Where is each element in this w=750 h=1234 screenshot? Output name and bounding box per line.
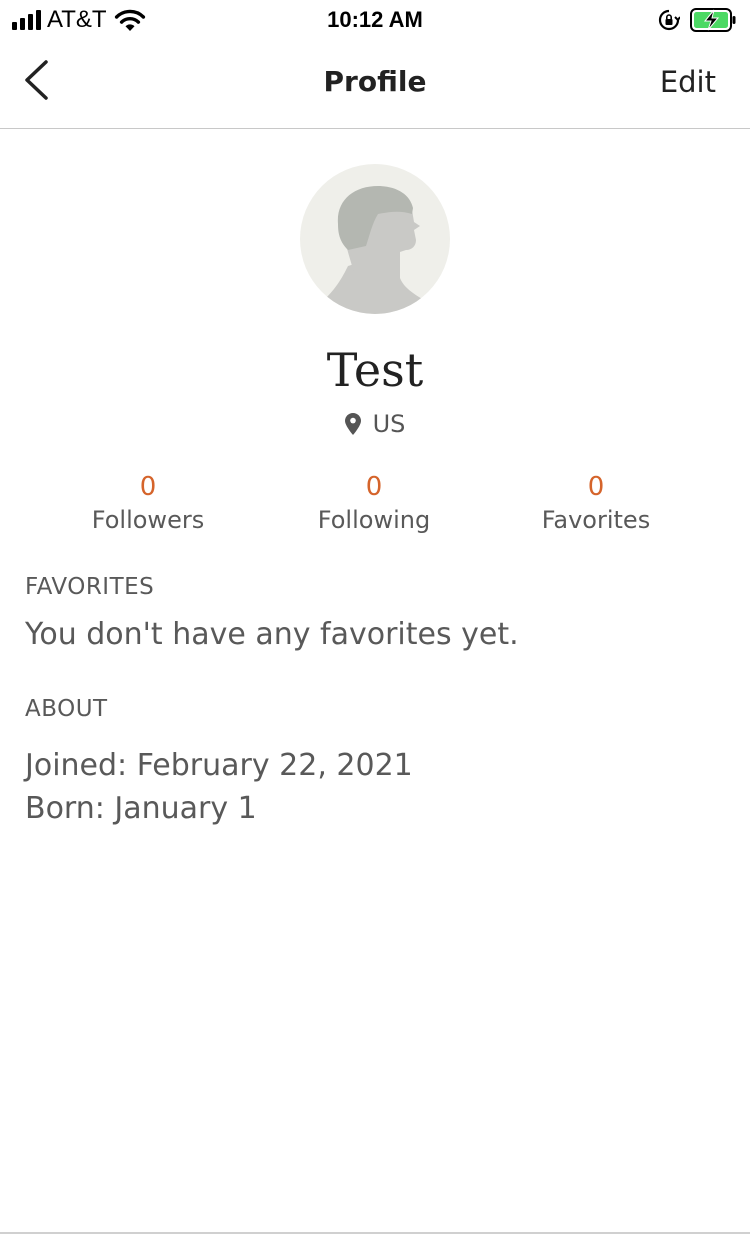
status-bar-time: 10:12 AM: [327, 7, 423, 32]
following-stat[interactable]: 0 Following: [274, 470, 474, 536]
profile-stats: 0 Followers 0 Following 0 Favorites: [0, 470, 750, 542]
following-label: Following: [317, 506, 431, 534]
profile-location: US: [0, 408, 750, 440]
followers-count: 0: [139, 472, 157, 502]
favorites-empty-message: You don't have any favorites yet.: [25, 617, 519, 652]
following-count: 0: [365, 472, 383, 502]
birth-date: Born: January 1: [25, 791, 257, 826]
orientation-lock-icon: [658, 9, 680, 31]
default-avatar-icon: [326, 186, 424, 314]
followers-label: Followers: [91, 506, 205, 534]
joined-date: Joined: February 22, 2021: [25, 748, 413, 783]
favorites-stat[interactable]: 0 Favorites: [496, 470, 696, 536]
location-text: US: [372, 410, 406, 438]
followers-stat[interactable]: 0 Followers: [48, 470, 248, 536]
favorites-heading: FAVORITES: [25, 574, 155, 600]
about-heading: ABOUT: [25, 696, 108, 722]
favorites-label: Favorites: [541, 506, 651, 534]
page-title: Profile: [323, 65, 427, 98]
edit-button[interactable]: Edit: [660, 64, 716, 100]
avatar[interactable]: [300, 164, 450, 314]
status-bar-right: [658, 6, 736, 34]
battery-charging-icon: [690, 8, 736, 32]
status-bar: AT&T 10:12 AM: [0, 0, 750, 40]
profile-name: Test: [326, 343, 424, 397]
favorites-count: 0: [587, 472, 605, 502]
navigation-bar: Profile Edit: [0, 40, 750, 129]
location-pin-icon: [344, 413, 361, 435]
